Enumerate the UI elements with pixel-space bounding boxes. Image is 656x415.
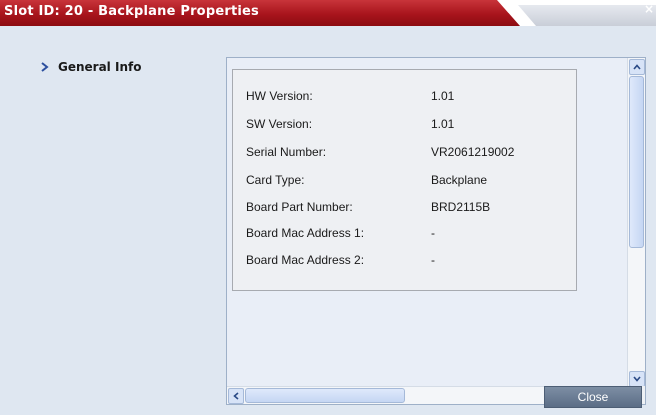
- info-row-mac-address-2: Board Mac Address 2: -: [246, 250, 435, 270]
- vertical-scrollbar[interactable]: [627, 58, 645, 388]
- scroll-down-button[interactable]: [629, 371, 645, 387]
- info-row-sw-version: SW Version: 1.01: [246, 114, 454, 134]
- dialog-body: General Info HW Version: 1.01 SW Version…: [0, 26, 656, 415]
- chevron-right-icon: [40, 61, 50, 73]
- horizontal-scroll-thumb[interactable]: [245, 388, 405, 403]
- info-row-serial-number: Serial Number: VR2061219002: [246, 142, 514, 162]
- info-row-card-type: Card Type: Backplane: [246, 170, 487, 190]
- close-button[interactable]: Close: [544, 386, 642, 408]
- close-window-icon[interactable]: ×: [644, 2, 654, 16]
- info-value: VR2061219002: [431, 145, 515, 159]
- window-title: Slot ID: 20 - Backplane Properties: [4, 4, 259, 19]
- title-bar: Slot ID: 20 - Backplane Properties ×: [0, 0, 656, 26]
- info-label: Board Mac Address 2:: [246, 253, 365, 267]
- info-value: 1.01: [431, 89, 455, 103]
- nav-item-general-info[interactable]: General Info: [40, 60, 141, 74]
- info-value: BRD2115B: [431, 200, 491, 214]
- chevron-up-icon: [633, 64, 641, 70]
- info-row-hw-version: HW Version: 1.01: [246, 86, 454, 106]
- info-label: Card Type:: [246, 173, 305, 187]
- info-label: Board Mac Address 1:: [246, 226, 365, 240]
- title-tab: Slot ID: 20 - Backplane Properties: [0, 0, 520, 26]
- info-row-mac-address-1: Board Mac Address 1: -: [246, 223, 435, 243]
- general-info-box: HW Version: 1.01 SW Version: 1.01 Serial…: [232, 69, 577, 291]
- chevron-down-icon: [633, 376, 641, 382]
- chevron-left-icon: [233, 392, 239, 400]
- info-value: Backplane: [431, 173, 488, 187]
- title-bar-extension: [518, 5, 656, 26]
- info-value: -: [431, 253, 435, 267]
- nav-item-label: General Info: [58, 60, 142, 74]
- vertical-scroll-thumb[interactable]: [629, 76, 644, 248]
- info-row-board-part-number: Board Part Number: BRD2115B: [246, 197, 490, 217]
- info-value: 1.01: [431, 117, 455, 131]
- info-value: -: [431, 226, 435, 240]
- info-label: HW Version:: [246, 89, 313, 103]
- scroll-left-button[interactable]: [228, 388, 244, 404]
- properties-pane: HW Version: 1.01 SW Version: 1.01 Serial…: [226, 57, 646, 405]
- info-label: SW Version:: [246, 117, 313, 131]
- info-label: Board Part Number:: [246, 200, 353, 214]
- scroll-up-button[interactable]: [629, 59, 645, 75]
- info-label: Serial Number:: [246, 145, 327, 159]
